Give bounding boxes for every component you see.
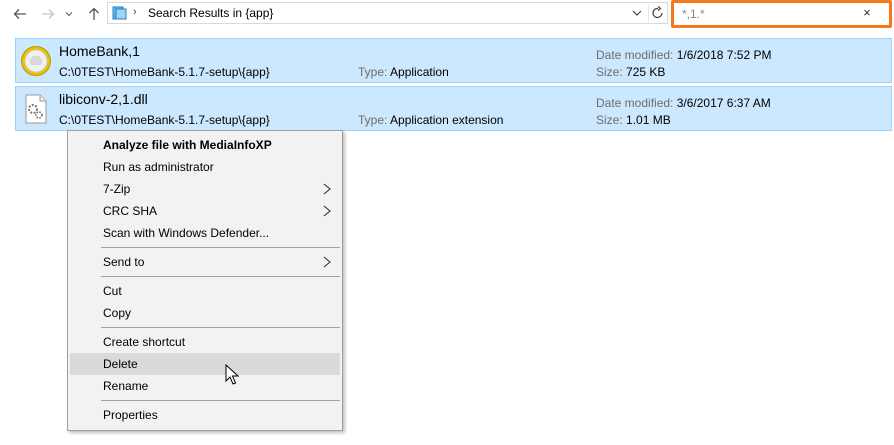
file-size: Size: 725 KB [596, 65, 665, 79]
file-name: HomeBank,1 [59, 43, 140, 59]
menu-item-label: Create shortcut [103, 335, 186, 349]
file-name: libiconv-2,1.dll [59, 91, 148, 107]
mouse-pointer-icon [225, 363, 240, 386]
file-path: C:\0TEST\HomeBank-5.1.7-setup\{app} [59, 65, 270, 79]
chevron-right-icon [322, 255, 332, 269]
menu-item-rename[interactable]: Rename [70, 375, 340, 397]
menu-item-send-to[interactable]: Send to [70, 251, 340, 273]
menu-item-cut[interactable]: Cut [70, 280, 340, 302]
menu-item-properties[interactable]: Properties [70, 404, 340, 426]
breadcrumb-separator[interactable]: › [133, 6, 137, 18]
size-label: Size: [596, 113, 623, 127]
type-value: Application extension [390, 113, 504, 127]
menu-item-label: Analyze file with MediaInfoXP [103, 138, 272, 152]
menu-divider [101, 327, 340, 328]
chevron-right-icon [322, 204, 332, 218]
context-menu: Analyze file with MediaInfoXP Run as adm… [67, 130, 343, 431]
search-results-location-icon [112, 6, 128, 20]
dll-file-icon [20, 93, 52, 125]
search-box: × [671, 0, 892, 28]
arrow-right-icon[interactable] [38, 4, 58, 24]
date-value: 3/6/2017 6:37 AM [676, 96, 771, 110]
menu-item-label: Send to [103, 255, 145, 269]
size-label: Size: [596, 65, 623, 79]
date-value: 1/6/2018 7:52 PM [676, 48, 772, 62]
menu-item-crc-sha[interactable]: CRC SHA [70, 200, 340, 222]
type-label: Type: [358, 113, 388, 127]
menu-item-delete[interactable]: Delete [70, 353, 340, 375]
date-label: Date modified: [596, 48, 674, 62]
breadcrumb[interactable]: Search Results in {app} [148, 6, 273, 20]
menu-divider [101, 276, 340, 277]
chevron-down-icon[interactable] [62, 4, 76, 24]
homebank-app-icon [20, 45, 52, 77]
arrow-left-icon[interactable] [10, 4, 30, 24]
menu-item-label: CRC SHA [103, 204, 158, 218]
chevron-right-icon [322, 182, 332, 196]
menu-item-label: Rename [103, 379, 149, 393]
menu-item-scan-defender[interactable]: Scan with Windows Defender... [70, 222, 340, 244]
menu-item-label: Run as administrator [103, 160, 214, 174]
close-icon[interactable]: × [860, 6, 874, 20]
list-item[interactable]: libiconv-2,1.dll C:\0TEST\HomeBank-5.1.7… [15, 86, 892, 131]
date-label: Date modified: [596, 96, 674, 110]
menu-item-label: Copy [103, 306, 132, 320]
navigation-toolbar: › Search Results in {app} × [0, 0, 894, 28]
list-item[interactable]: HomeBank,1 C:\0TEST\HomeBank-5.1.7-setup… [15, 38, 892, 83]
chevron-down-icon[interactable] [630, 6, 644, 20]
type-value: Application [390, 65, 449, 79]
menu-item-create-shortcut[interactable]: Create shortcut [70, 331, 340, 353]
file-path: C:\0TEST\HomeBank-5.1.7-setup\{app} [59, 113, 270, 127]
size-value: 1.01 MB [626, 113, 671, 127]
type-label: Type: [358, 65, 388, 79]
menu-divider [101, 247, 340, 248]
menu-item-label: Properties [103, 408, 158, 422]
menu-item-label: 7-Zip [103, 182, 131, 196]
address-bar[interactable]: › Search Results in {app} [107, 2, 668, 24]
menu-item-run-as-administrator[interactable]: Run as administrator [70, 156, 340, 178]
refresh-icon[interactable] [648, 5, 667, 21]
file-size: Size: 1.01 MB [596, 113, 671, 127]
file-type: Type: Application [358, 65, 449, 79]
arrow-up-icon[interactable] [84, 4, 104, 24]
menu-item-label: Scan with Windows Defender... [103, 226, 270, 240]
date-modified: Date modified: 1/6/2018 7:52 PM [596, 48, 771, 62]
menu-item-analyze-mediainfoxp[interactable]: Analyze file with MediaInfoXP [70, 134, 340, 156]
size-value: 725 KB [626, 65, 666, 79]
menu-item-copy[interactable]: Copy [70, 302, 340, 324]
menu-item-7zip[interactable]: 7-Zip [70, 178, 340, 200]
date-modified: Date modified: 3/6/2017 6:37 AM [596, 96, 771, 110]
menu-item-label: Cut [103, 284, 122, 298]
menu-item-label: Delete [103, 357, 138, 371]
file-type: Type: Application extension [358, 113, 503, 127]
search-input[interactable] [682, 6, 852, 22]
menu-divider [101, 400, 340, 401]
